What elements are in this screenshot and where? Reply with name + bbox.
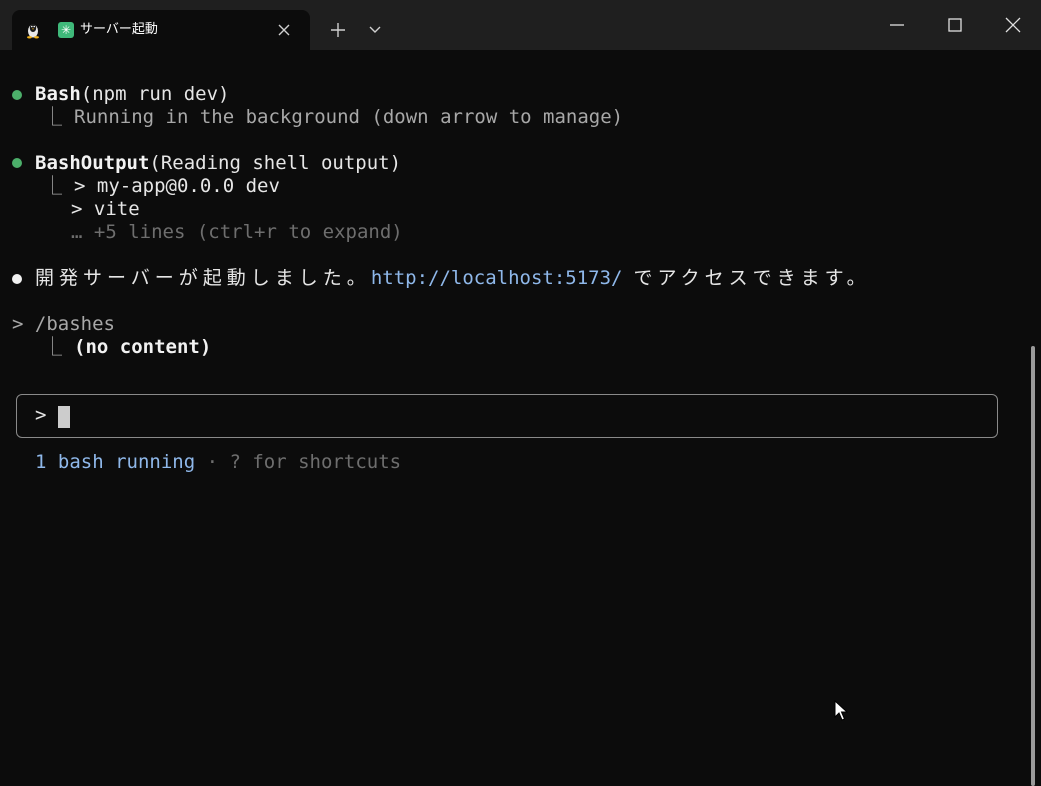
mouse-cursor-icon (834, 700, 849, 721)
output-text: > my-app@0.0.0 dev (74, 175, 280, 197)
command-line: > /bashes (12, 313, 115, 336)
bash-running-status[interactable]: 1 bash running (35, 451, 195, 473)
bash-result-line: ⎿ Running in the background (down arrow t… (43, 106, 623, 129)
text-cursor (58, 406, 70, 428)
tree-glyph: ⎿ (43, 175, 63, 197)
output-more-text: … +5 lines (ctrl+r to expand) (71, 221, 403, 243)
tab-close-icon[interactable] (276, 22, 292, 38)
bashoutput-tool-line: BashOutput(Reading shell output) (35, 152, 401, 175)
asterisk-icon: ✳ (58, 22, 74, 38)
chevron-down-icon[interactable] (366, 22, 384, 38)
bash-tool-line: Bash(npm run dev) (35, 83, 229, 106)
prompt-input-box[interactable]: > (16, 394, 998, 438)
tool-args: (Reading shell output) (149, 152, 402, 174)
command-result: (no content) (74, 336, 212, 358)
message-suffix: でアクセスできます。 (622, 267, 871, 289)
command-result-line: ⎿ (no content) (43, 336, 211, 359)
tool-name: Bash (35, 83, 81, 105)
terminal-pane[interactable]: Bash(npm run dev) ⎿ Running in the backgr… (0, 50, 1035, 786)
tool-name: BashOutput (35, 152, 150, 174)
status-line: 1 bash running · ? for shortcuts (35, 451, 401, 474)
output-line: ⎿ > my-app@0.0.0 dev (43, 175, 280, 198)
tree-glyph: ⎿ (43, 106, 63, 128)
prompt-char: > (35, 404, 47, 426)
success-bullet (12, 158, 22, 168)
status-separator: · (195, 451, 230, 473)
message-bullet (12, 274, 22, 284)
maximize-icon[interactable] (944, 14, 966, 36)
window-close-icon[interactable] (1002, 14, 1024, 36)
tool-args: (npm run dev) (80, 83, 230, 105)
new-tab-plus-icon[interactable] (328, 20, 348, 40)
tree-glyph: ⎿ (43, 336, 63, 358)
tab-server-start[interactable]: ✳ サーバー起動 (12, 10, 310, 50)
linux-tux-icon (27, 24, 39, 39)
output-text: > vite (71, 198, 140, 220)
bash-result: Running in the background (down arrow to… (74, 106, 624, 128)
shortcuts-hint: ? for shortcuts (229, 451, 402, 473)
title-bar: ✳ サーバー起動 (0, 0, 1041, 50)
output-line: > vite (71, 198, 140, 221)
localhost-link[interactable]: http://localhost:5173/ (371, 267, 623, 289)
command-text: > /bashes (12, 313, 115, 335)
tab-title: サーバー起動 (80, 22, 158, 37)
message-prefix: 開発サーバーが起動しました。 (35, 267, 371, 289)
minimize-icon[interactable] (886, 14, 908, 36)
success-bullet (12, 90, 22, 100)
scrollbar-thumb[interactable] (1031, 346, 1035, 786)
assistant-message: 開発サーバーが起動しました。http://localhost:5173/ でアク… (35, 267, 871, 290)
output-more-line: … +5 lines (ctrl+r to expand) (71, 221, 403, 244)
